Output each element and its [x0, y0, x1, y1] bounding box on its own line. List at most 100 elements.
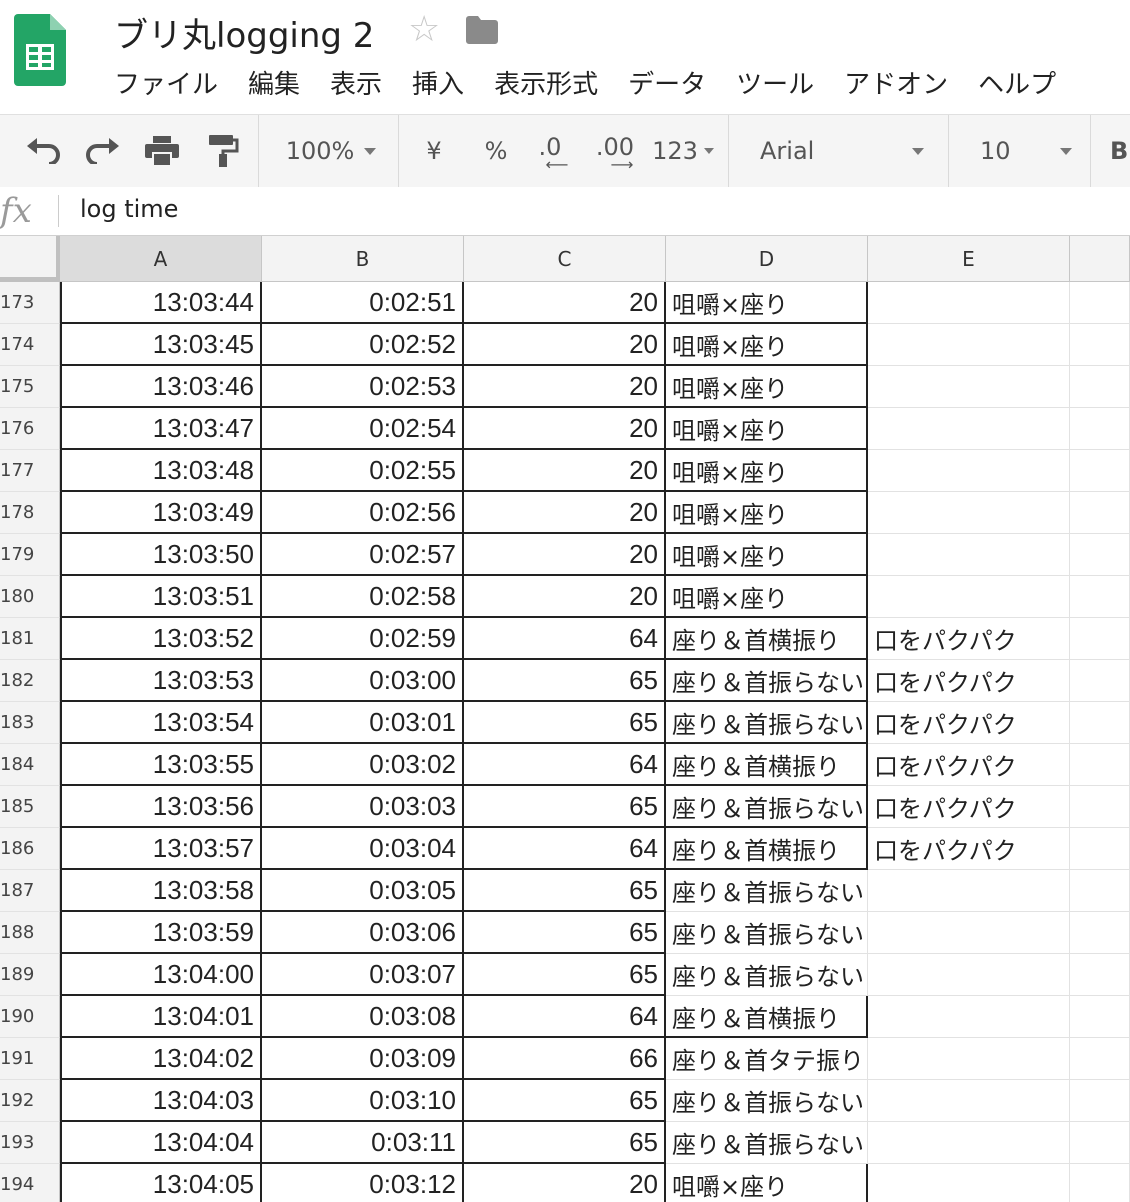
cell-d[interactable]: 座り＆首振らない — [666, 786, 868, 828]
cell-b[interactable]: 0:03:00 — [262, 660, 464, 702]
cell-e[interactable]: 口をパクパク — [868, 618, 1070, 660]
cell-d[interactable]: 咀嚼×座り — [666, 324, 868, 366]
cell-f[interactable] — [1070, 828, 1130, 870]
row-header[interactable]: 192 — [0, 1080, 60, 1122]
column-header-b[interactable]: B — [262, 236, 464, 282]
cell-d[interactable]: 咀嚼×座り — [666, 492, 868, 534]
row-header[interactable]: 178 — [0, 492, 60, 534]
menu-addons[interactable]: アドオン — [844, 64, 948, 101]
cell-e[interactable] — [868, 282, 1070, 324]
cell-f[interactable] — [1070, 1038, 1130, 1080]
row-header[interactable]: 176 — [0, 408, 60, 450]
cell-d[interactable]: 咀嚼×座り — [666, 534, 868, 576]
cell-c[interactable]: 65 — [464, 1122, 666, 1164]
cell-b[interactable]: 0:03:02 — [262, 744, 464, 786]
row-header[interactable]: 182 — [0, 660, 60, 702]
redo-icon[interactable] — [78, 115, 128, 187]
cell-e[interactable] — [868, 1164, 1070, 1202]
cell-d[interactable]: 咀嚼×座り — [666, 1164, 868, 1202]
cell-d[interactable]: 咀嚼×座り — [666, 408, 868, 450]
cell-e[interactable] — [868, 1080, 1070, 1122]
row-header[interactable]: 173 — [0, 282, 60, 324]
document-title[interactable]: ブリ丸logging 2 — [114, 8, 374, 57]
cell-e[interactable] — [868, 1122, 1070, 1164]
cell-c[interactable]: 20 — [464, 576, 666, 618]
cell-b[interactable]: 0:03:06 — [262, 912, 464, 954]
paint-format-icon[interactable] — [202, 115, 246, 187]
cell-c[interactable]: 65 — [464, 912, 666, 954]
cell-e[interactable] — [868, 366, 1070, 408]
cell-b[interactable]: 0:03:01 — [262, 702, 464, 744]
cell-f[interactable] — [1070, 1164, 1130, 1202]
cell-e[interactable] — [868, 912, 1070, 954]
cell-a[interactable]: 13:04:01 — [60, 996, 262, 1038]
cell-f[interactable] — [1070, 534, 1130, 576]
cell-c[interactable]: 65 — [464, 1080, 666, 1122]
row-header[interactable]: 188 — [0, 912, 60, 954]
cell-f[interactable] — [1070, 870, 1130, 912]
sheets-logo-icon[interactable] — [14, 14, 66, 86]
menu-insert[interactable]: 挿入 — [412, 64, 464, 101]
cell-e[interactable]: 口をパクパク — [868, 744, 1070, 786]
cell-c[interactable]: 64 — [464, 618, 666, 660]
undo-icon[interactable] — [18, 115, 68, 187]
cell-a[interactable]: 13:03:56 — [60, 786, 262, 828]
menu-edit[interactable]: 編集 — [248, 64, 300, 101]
cell-b[interactable]: 0:03:03 — [262, 786, 464, 828]
bold-button[interactable]: B — [1110, 115, 1130, 187]
print-icon[interactable] — [140, 115, 184, 187]
row-header[interactable]: 177 — [0, 450, 60, 492]
menu-tools[interactable]: ツール — [736, 64, 814, 101]
cell-d[interactable]: 咀嚼×座り — [666, 282, 868, 324]
more-formats-button[interactable]: 123 — [648, 115, 718, 187]
cell-d[interactable]: 座り＆首振らない — [666, 870, 868, 912]
cell-d[interactable]: 座り＆首振らない — [666, 702, 868, 744]
cell-c[interactable]: 64 — [464, 828, 666, 870]
cell-e[interactable] — [868, 576, 1070, 618]
cell-b[interactable]: 0:02:56 — [262, 492, 464, 534]
cell-a[interactable]: 13:03:45 — [60, 324, 262, 366]
cell-f[interactable] — [1070, 1122, 1130, 1164]
cell-b[interactable]: 0:02:52 — [262, 324, 464, 366]
cell-d[interactable]: 座り＆首横振り — [666, 618, 868, 660]
column-header-d[interactable]: D — [666, 236, 868, 282]
cell-a[interactable]: 13:03:58 — [60, 870, 262, 912]
cell-c[interactable]: 20 — [464, 324, 666, 366]
cell-a[interactable]: 13:03:50 — [60, 534, 262, 576]
row-header[interactable]: 187 — [0, 870, 60, 912]
cell-c[interactable]: 20 — [464, 366, 666, 408]
cell-c[interactable]: 20 — [464, 408, 666, 450]
cell-e[interactable]: 口をパクパク — [868, 660, 1070, 702]
cell-d[interactable]: 座り＆首横振り — [666, 996, 868, 1038]
column-header-e[interactable]: E — [868, 236, 1070, 282]
cell-a[interactable]: 13:04:03 — [60, 1080, 262, 1122]
cell-c[interactable]: 65 — [464, 954, 666, 996]
cell-a[interactable]: 13:03:47 — [60, 408, 262, 450]
cell-b[interactable]: 0:03:11 — [262, 1122, 464, 1164]
cell-f[interactable] — [1070, 450, 1130, 492]
menu-file[interactable]: ファイル — [114, 64, 218, 101]
cell-c[interactable]: 20 — [464, 534, 666, 576]
cell-b[interactable]: 0:02:53 — [262, 366, 464, 408]
cell-d[interactable]: 座り＆首振らない — [666, 912, 868, 954]
cell-e[interactable] — [868, 450, 1070, 492]
select-all-corner[interactable] — [0, 236, 60, 282]
row-header[interactable]: 183 — [0, 702, 60, 744]
cell-b[interactable]: 0:02:55 — [262, 450, 464, 492]
cell-a[interactable]: 13:04:05 — [60, 1164, 262, 1202]
zoom-select[interactable]: 100% — [270, 115, 392, 187]
cell-e[interactable] — [868, 534, 1070, 576]
cell-b[interactable]: 0:03:05 — [262, 870, 464, 912]
folder-icon[interactable] — [466, 16, 498, 44]
cell-f[interactable] — [1070, 1080, 1130, 1122]
cell-f[interactable] — [1070, 660, 1130, 702]
cell-c[interactable]: 65 — [464, 702, 666, 744]
cell-a[interactable]: 13:03:52 — [60, 618, 262, 660]
cell-c[interactable]: 65 — [464, 870, 666, 912]
cell-d[interactable]: 咀嚼×座り — [666, 450, 868, 492]
currency-button[interactable]: ¥ — [414, 115, 454, 187]
column-header-f[interactable] — [1070, 236, 1130, 282]
cell-c[interactable]: 65 — [464, 660, 666, 702]
cell-a[interactable]: 13:03:53 — [60, 660, 262, 702]
menu-view[interactable]: 表示 — [330, 64, 382, 101]
